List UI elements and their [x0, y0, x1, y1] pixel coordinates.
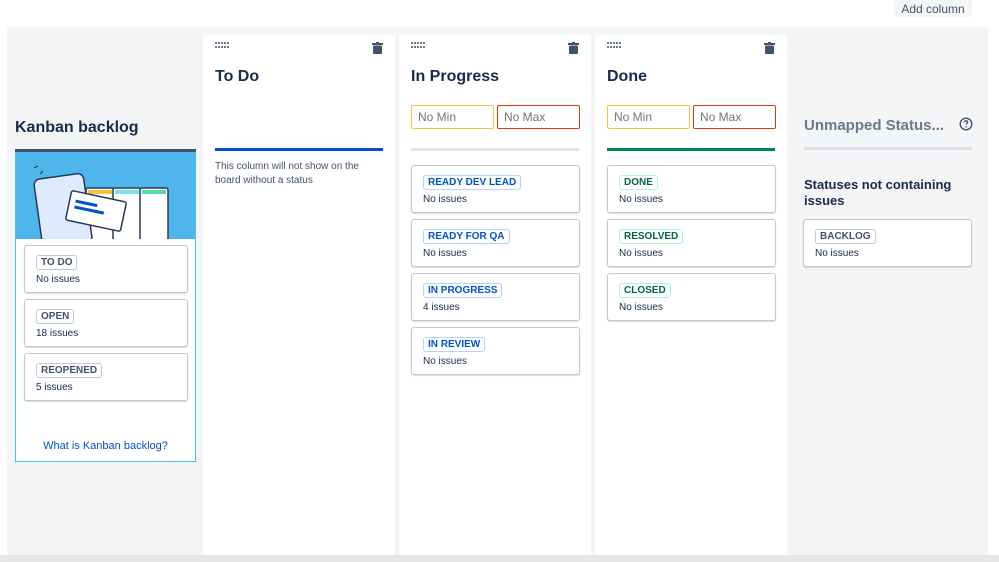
question-circle-icon[interactable] — [959, 117, 973, 131]
column-limits — [607, 105, 777, 129]
column-status-bar — [607, 148, 775, 151]
column-status-bar — [411, 148, 579, 151]
issue-count: 18 issues — [36, 328, 79, 339]
max-limit-input[interactable] — [693, 105, 776, 129]
kanban-illustration — [16, 152, 195, 239]
column-done: Done DONE No issues RESOLVED No issues C… — [595, 35, 787, 562]
status-lozenge: READY DEV LEAD — [423, 175, 522, 190]
column-title[interactable]: In Progress — [411, 68, 499, 86]
status-lozenge: DONE — [619, 175, 658, 190]
drag-handle-icon[interactable] — [411, 42, 425, 50]
min-limit-input[interactable] — [607, 105, 690, 129]
status-card[interactable]: RESOLVED No issues — [607, 219, 776, 267]
issue-count: No issues — [619, 194, 663, 205]
status-lozenge: TO DO — [36, 255, 78, 270]
issue-count: 4 issues — [423, 302, 460, 313]
issue-count: No issues — [619, 302, 663, 313]
status-lozenge: IN REVIEW — [423, 337, 486, 352]
trash-icon[interactable] — [372, 42, 383, 54]
status-card[interactable]: OPEN 18 issues — [24, 299, 188, 347]
issue-count: No issues — [423, 194, 467, 205]
issue-count: No issues — [815, 248, 859, 259]
issue-count: No issues — [423, 248, 467, 259]
issue-count: No issues — [619, 248, 663, 259]
add-column-button[interactable]: Add column — [894, 0, 972, 17]
backlog-title: Kanban backlog — [15, 119, 139, 136]
status-card[interactable]: BACKLOG No issues — [803, 219, 972, 267]
column-todo: To Do This column will not show on the b… — [203, 35, 395, 562]
drag-handle-icon[interactable] — [607, 42, 621, 50]
status-lozenge: REOPENED — [36, 363, 103, 378]
unmapped-status-bar — [804, 147, 972, 150]
issue-count: No issues — [36, 274, 80, 285]
drag-handle-icon[interactable] — [215, 42, 229, 50]
status-card[interactable]: DONE No issues — [607, 165, 776, 213]
backlog-panel: TO DO No issues OPEN 18 issues REOPENED … — [15, 152, 196, 462]
status-lozenge: READY FOR QA — [423, 229, 510, 244]
column-limits — [411, 105, 581, 129]
status-card[interactable]: IN PROGRESS 4 issues — [411, 273, 580, 321]
status-lozenge: OPEN — [36, 309, 75, 324]
status-card[interactable]: IN REVIEW No issues — [411, 327, 580, 375]
trash-icon[interactable] — [568, 42, 579, 54]
status-card[interactable]: REOPENED 5 issues — [24, 353, 188, 401]
issue-count: No issues — [423, 356, 467, 367]
status-lozenge: BACKLOG — [815, 229, 876, 244]
status-card[interactable]: READY FOR QA No issues — [411, 219, 580, 267]
status-lozenge: RESOLVED — [619, 229, 684, 244]
column-in-progress: In Progress READY DEV LEAD No issues REA… — [399, 35, 591, 562]
status-card[interactable]: CLOSED No issues — [607, 273, 776, 321]
status-lozenge: CLOSED — [619, 283, 671, 298]
unmapped-subtitle: Statuses not containing issues — [804, 177, 952, 208]
status-card[interactable]: READY DEV LEAD No issues — [411, 165, 580, 213]
status-lozenge: IN PROGRESS — [423, 283, 503, 298]
kanban-backlog-help-link[interactable]: What is Kanban backlog? — [16, 440, 195, 452]
status-card[interactable]: TO DO No issues — [24, 245, 188, 293]
min-limit-input[interactable] — [411, 105, 494, 129]
column-title[interactable]: Done — [607, 68, 647, 86]
column-title[interactable]: To Do — [215, 68, 259, 86]
max-limit-input[interactable] — [497, 105, 580, 129]
column-status-bar — [215, 148, 383, 151]
trash-icon[interactable] — [764, 42, 775, 54]
unmapped-status-title: Unmapped Status... — [804, 117, 945, 134]
issue-count: 5 issues — [36, 382, 73, 393]
column-empty-note: This column will not show on the board w… — [215, 161, 359, 186]
horizontal-scrollbar[interactable] — [0, 555, 999, 562]
